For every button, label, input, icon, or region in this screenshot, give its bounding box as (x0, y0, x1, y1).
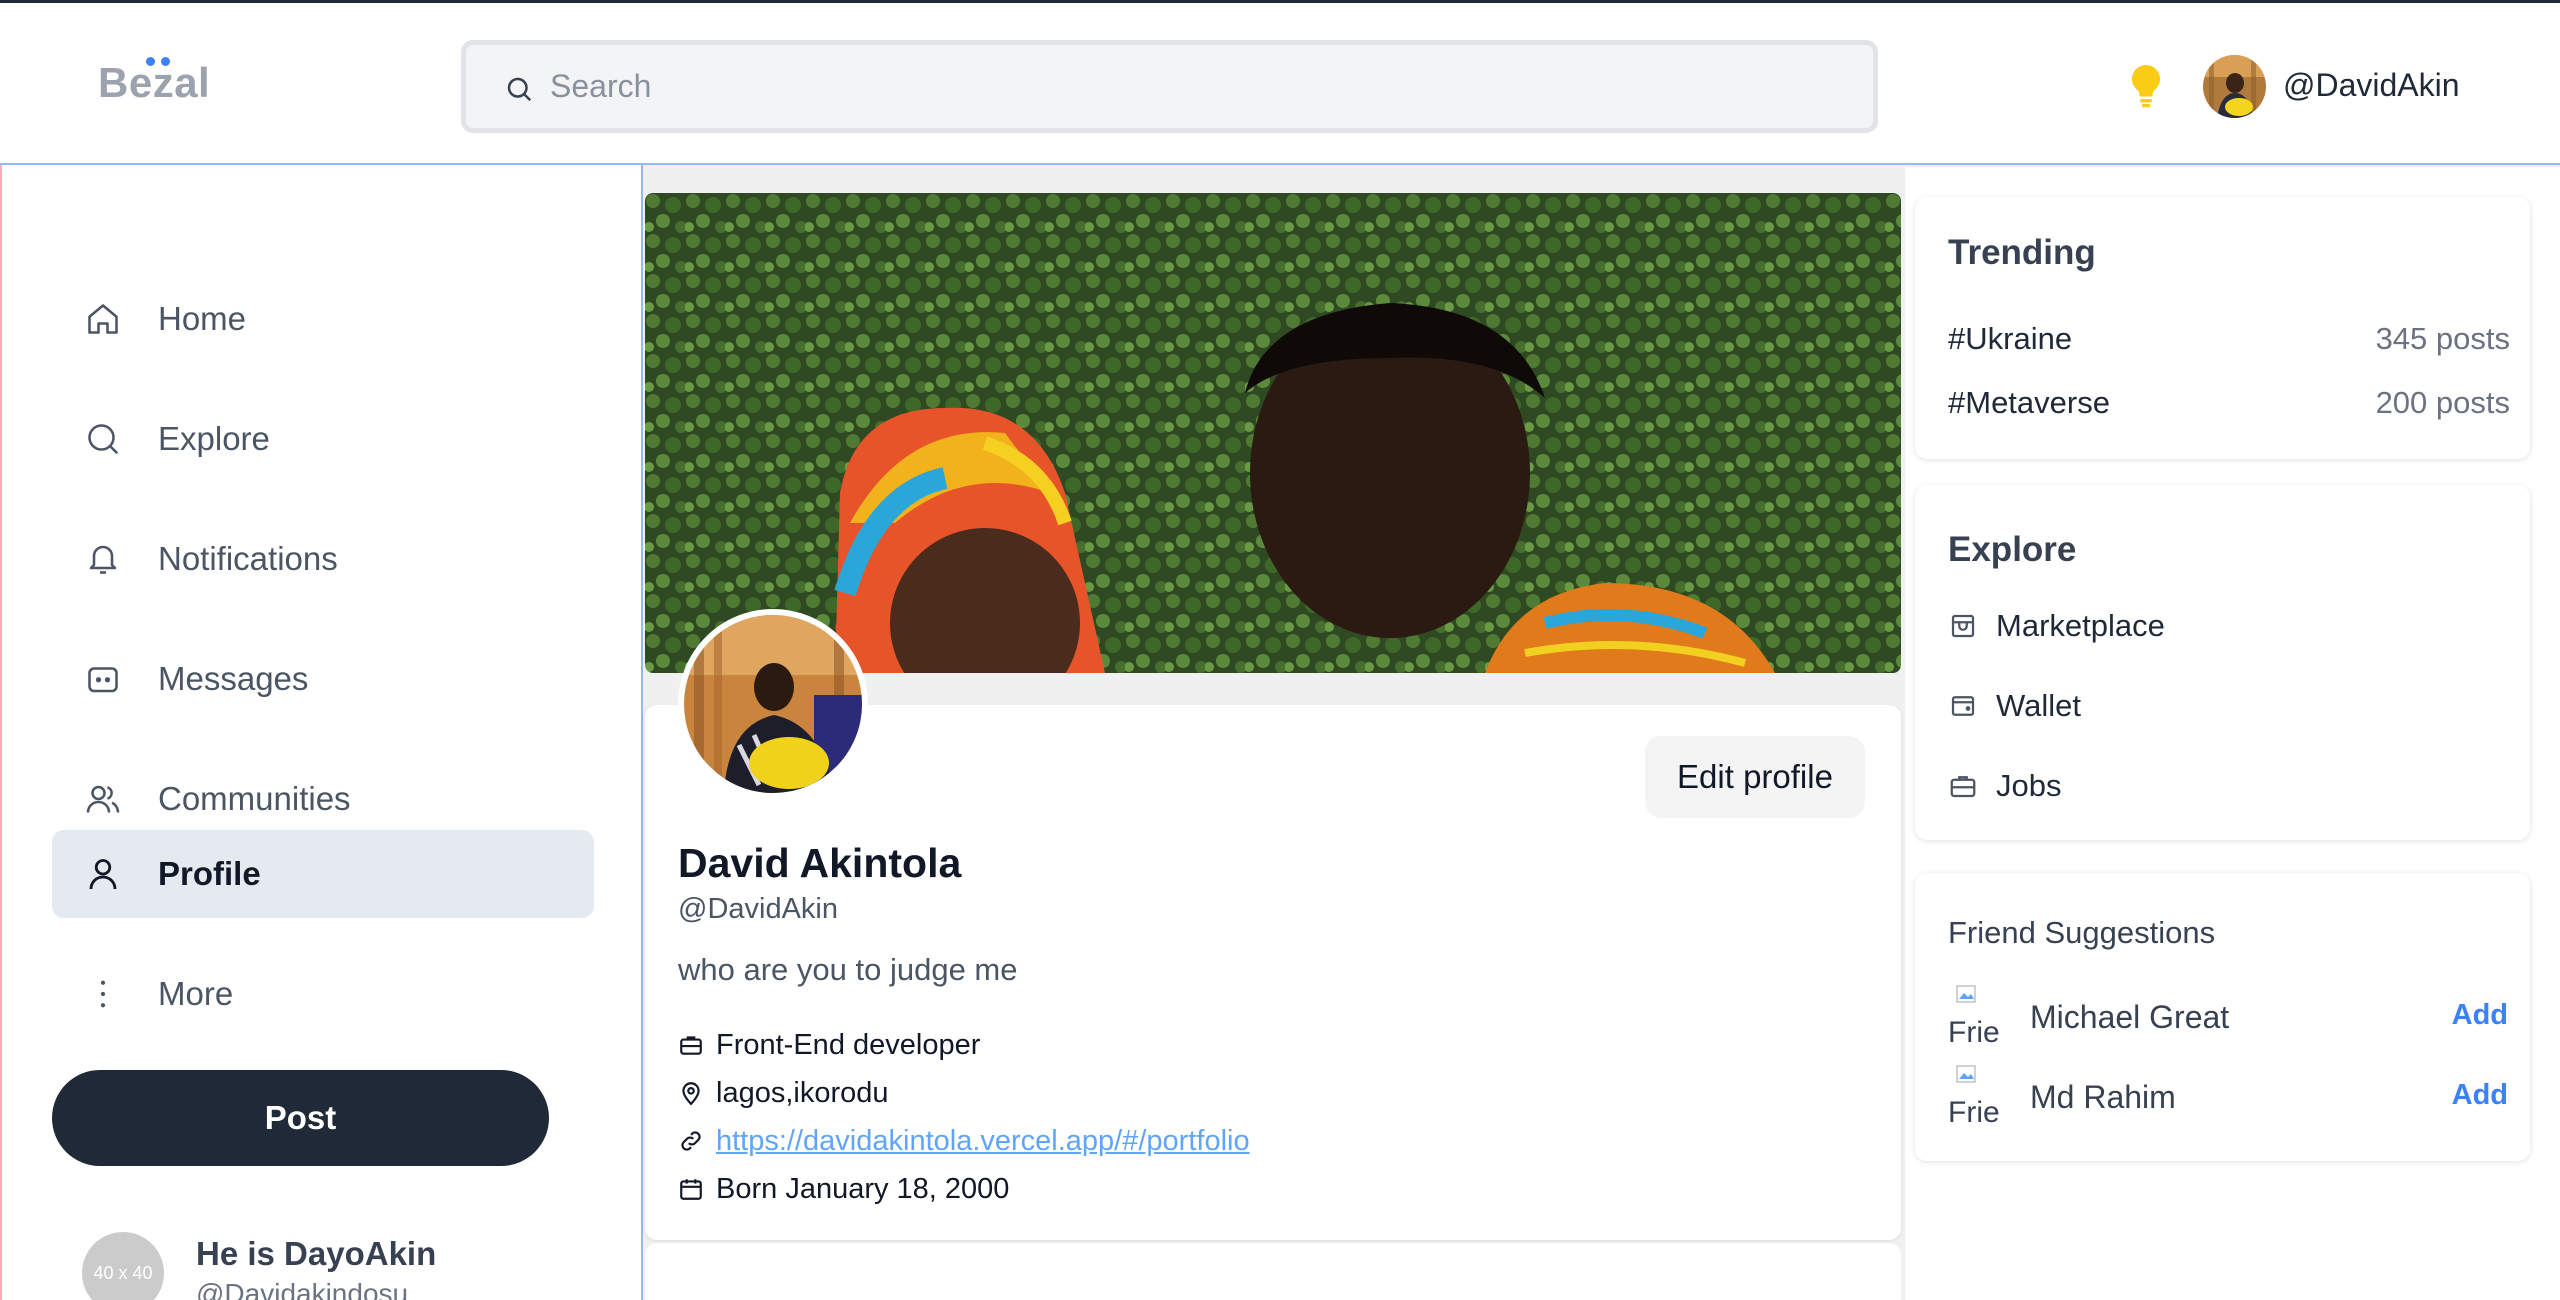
message-icon (85, 661, 121, 697)
occupation-text: Front-End developer (716, 1028, 981, 1061)
left-sidebar: Home Explore Notifications Messages Comm… (0, 165, 643, 1300)
sidebar-item-label: Home (158, 300, 247, 337)
sidebar-item-explore[interactable]: Explore (52, 395, 594, 483)
explore-item-jobs[interactable]: Jobs (1948, 766, 2061, 806)
profile-location: lagos,ikorodu (678, 1075, 889, 1111)
more-vertical-icon (85, 976, 121, 1012)
user-icon (85, 856, 121, 892)
search-input[interactable] (550, 45, 1750, 128)
cover-photo (645, 193, 1901, 673)
birthday-text: Born January 18, 2000 (716, 1172, 1010, 1205)
explore-panel: Explore Marketplace Wallet Jobs (1915, 485, 2530, 840)
broken-image-alt: Frie (1948, 1016, 2000, 1044)
friend-suggestion-item: Frie Md Rahim Add (1948, 1065, 2508, 1125)
search-icon (85, 421, 121, 457)
search-bar[interactable] (461, 40, 1878, 133)
trending-count: 200 posts (2375, 385, 2510, 420)
trending-count: 345 posts (2375, 321, 2510, 356)
friend-avatar: Frie (1948, 985, 2004, 1043)
profile-handle: @DavidAkin (678, 893, 838, 925)
friend-avatar: Frie (1948, 1065, 2004, 1123)
explore-item-marketplace[interactable]: Marketplace (1948, 606, 2165, 646)
avatar[interactable] (678, 609, 868, 799)
sidebar-item-label: Profile (158, 855, 261, 892)
edit-profile-button[interactable]: Edit profile (1645, 736, 1865, 818)
explore-title: Explore (1948, 530, 2077, 569)
briefcase-icon (1948, 771, 1978, 801)
profile-bio: who are you to judge me (678, 952, 1018, 987)
sidebar-item-label: Communities (158, 780, 351, 817)
users-icon (85, 781, 121, 817)
sidebar-item-label: Messages (158, 660, 309, 697)
store-icon (1948, 611, 1978, 641)
avatar[interactable]: 40 x 40 (82, 1232, 164, 1300)
avatar[interactable] (2203, 55, 2266, 118)
friend-suggestions-panel: Friend Suggestions Frie Michael Great Ad… (1915, 873, 2530, 1161)
friend-name[interactable]: Md Rahim (2030, 1079, 2176, 1116)
sidebar-user-handle: @Davidakindosu (196, 1278, 409, 1300)
profile-birthday: Born January 18, 2000 (678, 1171, 1009, 1207)
explore-item-wallet[interactable]: Wallet (1948, 686, 2081, 726)
header-username[interactable]: @DavidAkin (2283, 67, 2460, 104)
app-logo[interactable]: Bezal (98, 59, 210, 107)
explore-item-label: Marketplace (1996, 608, 2165, 643)
feed-container (645, 1243, 1901, 1300)
briefcase-icon (678, 1032, 704, 1058)
bell-icon (85, 541, 121, 577)
sidebar-item-notifications[interactable]: Notifications (52, 515, 594, 603)
friend-name[interactable]: Michael Great (2030, 999, 2229, 1036)
friend-suggestion-item: Frie Michael Great Add (1948, 985, 2508, 1045)
profile-website: https://davidakintola.vercel.app/#/portf… (678, 1123, 1250, 1159)
trending-title: Trending (1948, 233, 2096, 272)
home-icon (85, 301, 121, 337)
profile-occupation: Front-End developer (678, 1027, 980, 1063)
trending-tag[interactable]: #Ukraine (1948, 321, 2072, 357)
explore-item-label: Jobs (1996, 768, 2062, 803)
trending-tag[interactable]: #Metaverse (1948, 385, 2110, 421)
explore-item-label: Wallet (1996, 688, 2081, 723)
wallet-icon (1948, 691, 1978, 721)
calendar-icon (678, 1176, 704, 1202)
sidebar-item-label: Notifications (158, 540, 338, 577)
sidebar-item-profile[interactable]: Profile (52, 830, 594, 918)
map-pin-icon (678, 1080, 704, 1106)
add-friend-button[interactable]: Add (2452, 1079, 2508, 1112)
sidebar-item-more[interactable]: More (52, 950, 594, 1038)
sidebar-item-messages[interactable]: Messages (52, 635, 594, 723)
sidebar-item-home[interactable]: Home (52, 275, 594, 363)
lightbulb-icon[interactable] (2125, 63, 2167, 109)
sidebar-item-label: Explore (158, 420, 270, 457)
post-button[interactable]: Post (52, 1070, 549, 1166)
location-text: lagos,ikorodu (716, 1076, 889, 1109)
profile-name: David Akintola (678, 840, 962, 886)
add-friend-button[interactable]: Add (2452, 999, 2508, 1032)
sidebar-user-name[interactable]: He is DayoAkin (196, 1235, 436, 1273)
trending-panel: Trending #Ukraine 345 posts #Metaverse 2… (1915, 197, 2530, 459)
broken-image-alt: Frie (1948, 1096, 2000, 1124)
sidebar-item-label: More (158, 975, 234, 1012)
search-icon (504, 74, 534, 104)
top-header: Bezal @DavidAkin (0, 0, 2560, 165)
link-icon (678, 1128, 704, 1154)
friend-suggestions-title: Friend Suggestions (1948, 915, 2216, 950)
website-link[interactable]: https://davidakintola.vercel.app/#/portf… (716, 1125, 1250, 1158)
